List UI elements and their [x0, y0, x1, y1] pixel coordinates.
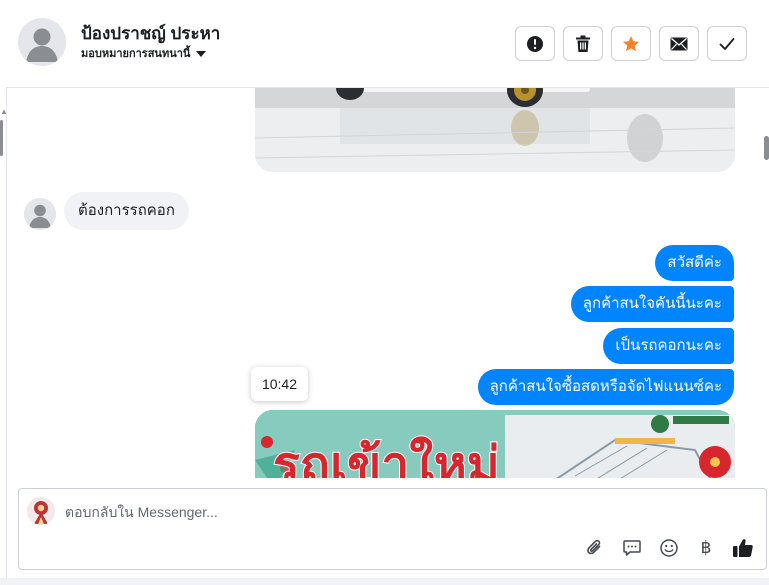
left-scroll-up-icon[interactable]: ▲ [0, 108, 8, 116]
outgoing-message[interactable]: เป็นรถคอกนะคะ [603, 328, 734, 364]
contact-avatar[interactable] [18, 18, 66, 66]
conversation-thread[interactable]: ต้องการรถคอก สวัสดีค่ะ ลูกค้าสนใจคันนี้น… [7, 88, 762, 478]
reply-composer: ฿ [18, 488, 767, 570]
speech-bubble-icon [623, 540, 641, 556]
left-scrollbar-thumb[interactable] [0, 120, 3, 156]
thumbs-up-icon [733, 539, 753, 557]
chevron-down-icon [196, 51, 207, 57]
car-photo-image [255, 88, 735, 172]
conversation-header: ป้องปราชญ์ ประหา มอบหมายการสนทนานี้ [6, 0, 769, 88]
saved-replies-button[interactable] [619, 535, 645, 561]
send-like-button[interactable] [730, 535, 756, 561]
smiley-icon [660, 539, 678, 557]
assign-conversation-dropdown[interactable]: มอบหมายการสนทนานี้ [81, 44, 207, 62]
promo-banner-text: รถเข้าใหม่ [273, 436, 500, 478]
star-icon [623, 35, 639, 51]
payment-button[interactable]: ฿ [693, 535, 719, 561]
messenger-inbox-panel: ▲ ป้องปราชญ์ ประหา มอบหมายการสนทนานี้ ต้… [0, 0, 769, 585]
promo-image-attachment[interactable]: รถเข้าใหม่ [255, 410, 735, 478]
assign-conversation-label: มอบหมายการสนทนานี้ [81, 48, 191, 60]
envelope-icon [670, 37, 688, 50]
sender-avatar[interactable] [24, 198, 56, 230]
default-avatar-icon [18, 18, 66, 66]
page-avatar [27, 497, 55, 525]
trash-icon [576, 35, 590, 52]
incoming-message[interactable]: ต้องการรถคอก [64, 192, 189, 230]
outgoing-message[interactable]: ลูกค้าสนใจคันนี้นะคะ [570, 286, 734, 322]
timestamp-tooltip: 10:42 [251, 367, 308, 401]
baht-icon: ฿ [700, 538, 712, 558]
emoji-button[interactable] [656, 535, 682, 561]
bottom-edge [0, 578, 769, 585]
page-logo-icon [27, 497, 55, 525]
composer-toolbar: ฿ [582, 535, 756, 561]
attach-file-button[interactable] [582, 535, 608, 561]
outgoing-message[interactable]: ลูกค้าสนใจซื้อสดหรือจัดไฟแนนซ์คะ [477, 369, 734, 405]
right-scrollbar-thumb[interactable] [764, 136, 769, 160]
paperclip-icon [587, 539, 601, 555]
alert-icon [527, 35, 543, 52]
default-avatar-icon [24, 198, 56, 230]
mark-spam-button[interactable] [515, 26, 555, 61]
mark-done-button[interactable] [707, 26, 747, 61]
delete-button[interactable] [563, 26, 603, 61]
star-button[interactable] [611, 26, 651, 61]
outgoing-message[interactable]: สวัสดีค่ะ [655, 245, 734, 281]
promo-banner-image: รถเข้าใหม่ [255, 410, 735, 478]
header-actions [515, 26, 747, 61]
car-photo-attachment[interactable] [255, 88, 735, 172]
contact-name[interactable]: ป้องปราชญ์ ประหา [81, 20, 220, 47]
check-icon [719, 37, 735, 50]
reply-input[interactable] [65, 499, 745, 525]
mark-unread-button[interactable] [659, 26, 699, 61]
